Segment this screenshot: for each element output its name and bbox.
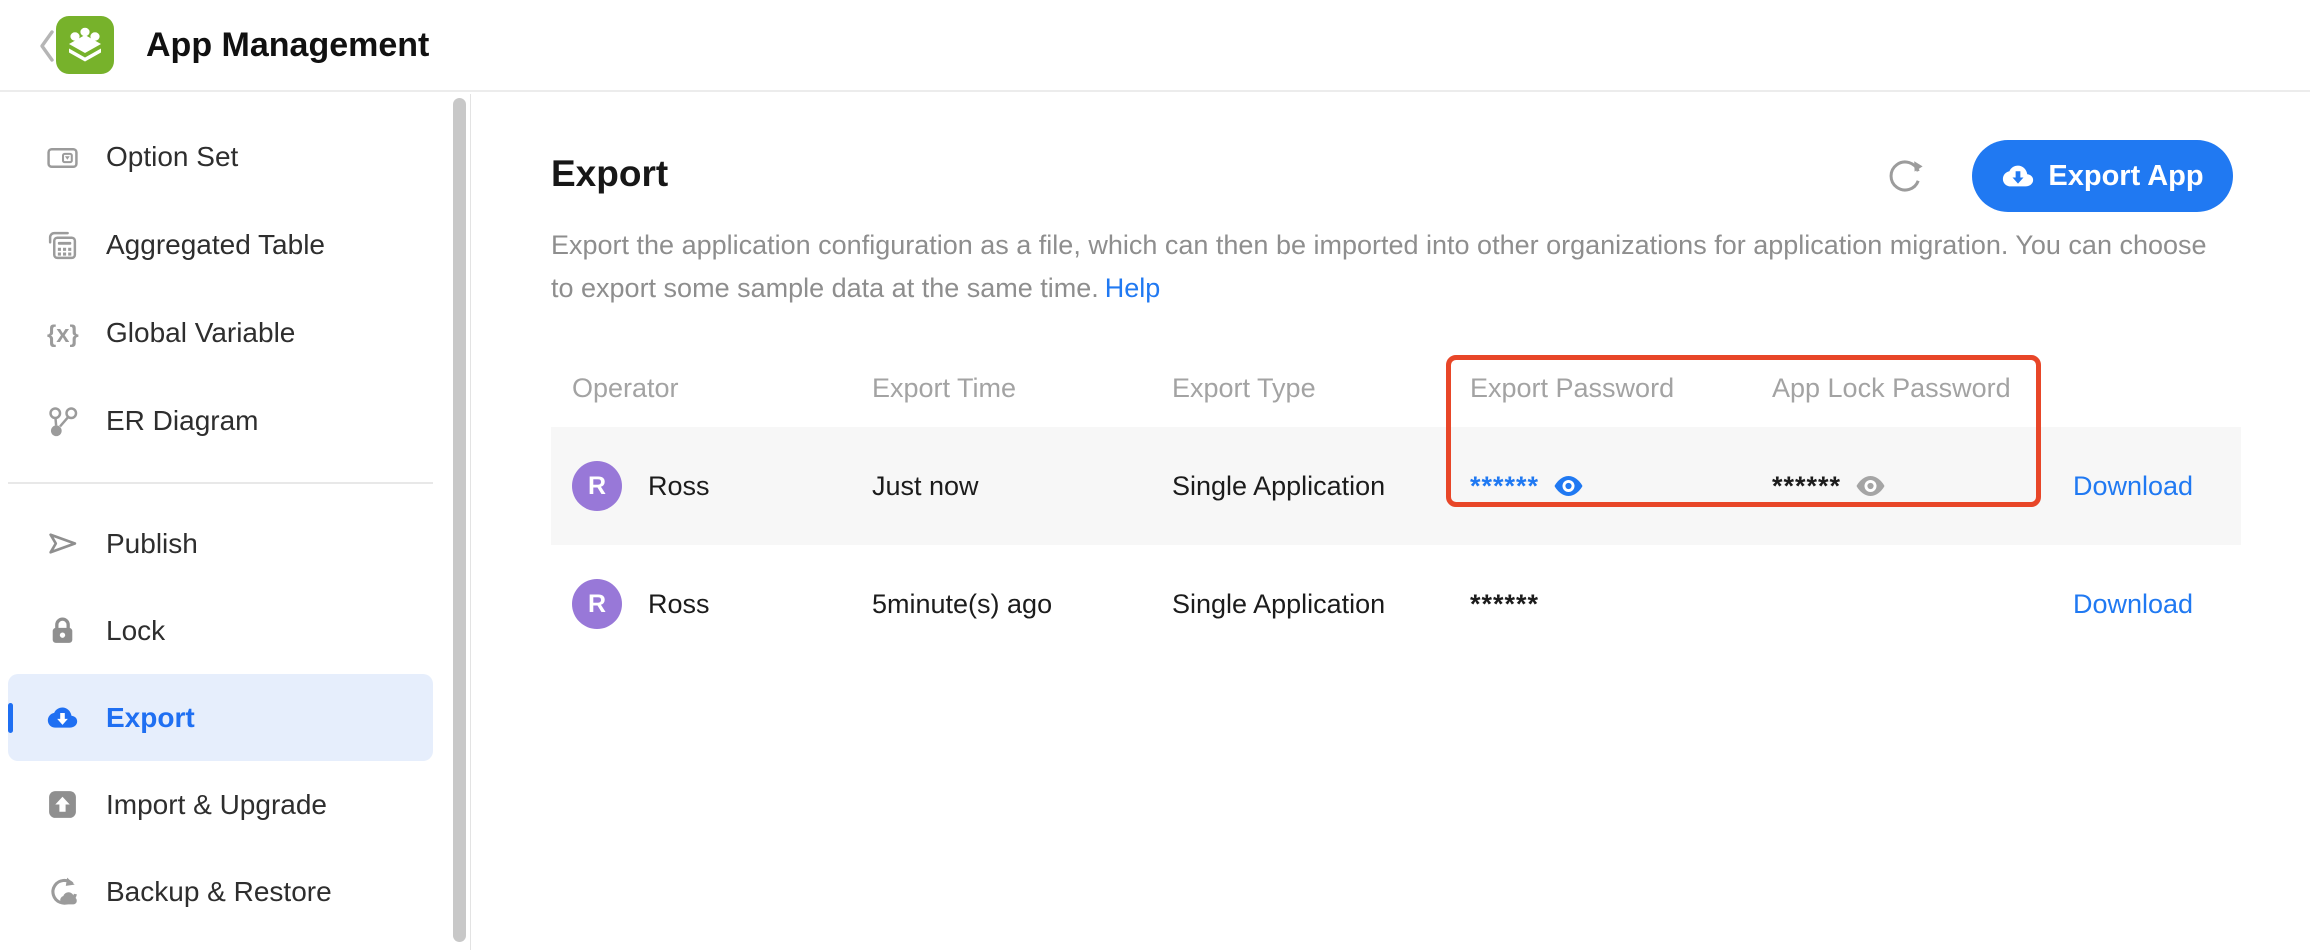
- cloud-export-icon: [2001, 163, 2035, 190]
- export-type-cell: Single Application: [1172, 589, 1470, 620]
- download-link[interactable]: Download: [2073, 471, 2193, 501]
- table-header-row: Operator Export Time Export Type Export …: [551, 350, 2241, 427]
- sidebar-item-publish[interactable]: Publish: [8, 500, 433, 587]
- sidebar-item-export[interactable]: Export: [8, 674, 433, 761]
- masked-password: ******: [1470, 589, 1539, 620]
- sidebar-item-label: ER Diagram: [106, 405, 258, 437]
- sidebar: Option Set Aggregated Table: [0, 94, 471, 950]
- sidebar-item-er-diagram[interactable]: ER Diagram: [8, 377, 433, 465]
- export-app-button[interactable]: Export App: [1972, 140, 2233, 212]
- top-header: App Management: [0, 0, 2310, 92]
- table-row: R Ross Just now Single Application *****…: [551, 427, 2241, 545]
- actions-cell: Download: [2073, 471, 2241, 502]
- sidebar-item-label: Publish: [106, 528, 198, 560]
- column-header-export-password: Export Password: [1470, 373, 1772, 404]
- sidebar-item-label: Global Variable: [106, 317, 295, 349]
- backup-restore-icon: [46, 875, 79, 908]
- svg-text:{x}: {x}: [47, 321, 79, 347]
- sidebar-item-global-variable[interactable]: {x} Global Variable: [8, 289, 433, 377]
- app-lock-password-cell: ******: [1772, 471, 2073, 502]
- sidebar-item-label: Option Set: [106, 141, 238, 173]
- sidebar-item-label: Import & Upgrade: [106, 789, 327, 821]
- eye-icon[interactable]: [1855, 474, 1886, 498]
- sidebar-item-label: Export: [106, 702, 195, 734]
- column-header-app-lock-password: App Lock Password: [1772, 373, 2073, 404]
- sidebar-item-lock[interactable]: Lock: [8, 587, 433, 674]
- download-link[interactable]: Download: [2073, 589, 2193, 619]
- import-upgrade-icon: [46, 788, 79, 821]
- app-title: App Management: [146, 0, 429, 90]
- refresh-button[interactable]: [1883, 154, 1927, 198]
- column-header-export-type: Export Type: [1172, 373, 1470, 404]
- er-diagram-icon: [46, 405, 79, 438]
- global-variable-icon: {x}: [46, 317, 79, 350]
- lock-icon: [46, 614, 79, 647]
- sidebar-item-option-set[interactable]: Option Set: [8, 113, 433, 201]
- table-row: R Ross 5minute(s) ago Single Application…: [551, 545, 2241, 663]
- sidebar-item-backup-restore[interactable]: Backup & Restore: [8, 848, 433, 935]
- export-type-cell: Single Application: [1172, 471, 1470, 502]
- masked-password: ******: [1772, 471, 1841, 502]
- operator-name: Ross: [648, 589, 710, 620]
- sidebar-item-label: Aggregated Table: [106, 229, 325, 261]
- operator-name: Ross: [648, 471, 710, 502]
- eye-icon[interactable]: [1553, 474, 1584, 498]
- option-set-icon: [46, 141, 79, 174]
- publish-icon: [46, 527, 79, 560]
- back-button[interactable]: [36, 28, 58, 64]
- operator-cell: R Ross: [572, 579, 872, 629]
- export-password-cell: ******: [1470, 589, 1772, 620]
- cloud-export-icon: [46, 701, 79, 734]
- sidebar-item-aggregated-table[interactable]: Aggregated Table: [8, 201, 433, 289]
- sidebar-item-label: Backup & Restore: [106, 876, 332, 908]
- export-time-cell: 5minute(s) ago: [872, 589, 1172, 620]
- refresh-icon: [1886, 157, 1924, 195]
- avatar: R: [572, 579, 622, 629]
- app-logo-icon: [56, 16, 114, 74]
- export-app-button-label: Export App: [2048, 160, 2203, 193]
- masked-password: ******: [1470, 471, 1539, 502]
- help-link[interactable]: Help: [1105, 273, 1161, 303]
- app-management-window: App Management Option Set: [0, 0, 2310, 950]
- sidebar-item-import-upgrade[interactable]: Import & Upgrade: [8, 761, 433, 848]
- sidebar-item-label: Lock: [106, 615, 165, 647]
- actions-cell: Download: [2073, 589, 2241, 620]
- chevron-left-icon: [36, 28, 58, 64]
- active-indicator-bar: [8, 703, 13, 733]
- aggregated-table-icon: [46, 229, 79, 262]
- export-password-cell: ******: [1470, 471, 1772, 502]
- description-text: Export the application configuration as …: [551, 230, 2207, 303]
- column-header-operator: Operator: [572, 373, 872, 404]
- page-title: Export: [551, 153, 668, 195]
- avatar: R: [572, 461, 622, 511]
- page-description: Export the application configuration as …: [551, 224, 2213, 310]
- column-header-export-time: Export Time: [872, 373, 1172, 404]
- sidebar-divider: [8, 482, 433, 484]
- export-time-cell: Just now: [872, 471, 1172, 502]
- operator-cell: R Ross: [572, 461, 872, 511]
- sidebar-scrollbar[interactable]: [453, 98, 466, 942]
